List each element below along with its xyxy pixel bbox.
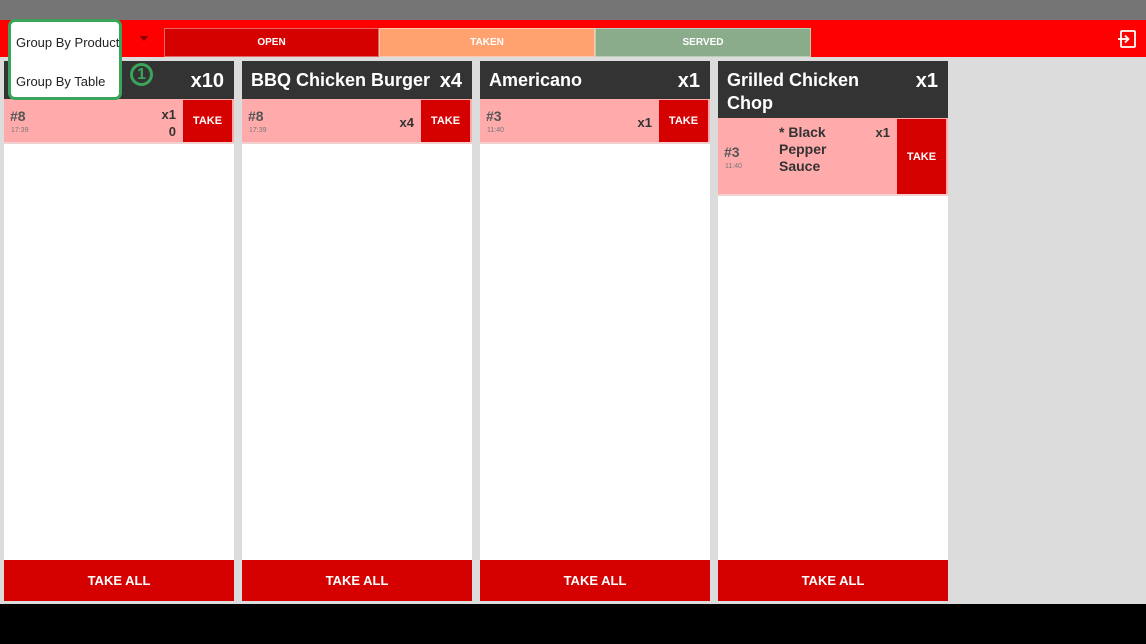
- order-time: 17:39: [11, 127, 29, 134]
- product-column: Grilled Chicken Chop x1 #3 11:40 * Black…: [718, 61, 948, 601]
- order-row: #8 17:39 x1 0 TAKE: [4, 99, 234, 144]
- status-tabs: OPEN TAKEN SERVED: [164, 28, 811, 57]
- tab-taken[interactable]: TAKEN: [379, 28, 595, 57]
- menu-item-group-by-table[interactable]: Group By Table: [16, 74, 105, 89]
- group-by-menu: Group By Product Group By Table: [8, 19, 122, 100]
- product-column: x10 #8 17:39 x1 0 TAKE TAKE ALL: [4, 61, 234, 601]
- order-quantity: x1 0: [161, 107, 176, 139]
- column-header: Americano x1: [480, 61, 710, 99]
- order-time: 11:40: [487, 127, 504, 134]
- table-number: #3: [486, 108, 502, 124]
- product-name: BBQ Chicken Burger: [251, 70, 431, 90]
- table-number: #3: [724, 144, 740, 160]
- order-quantity: x4: [399, 115, 414, 130]
- column-header: BBQ Chicken Burger x4: [242, 61, 472, 99]
- take-all-button[interactable]: TAKE ALL: [4, 560, 234, 601]
- take-all-button[interactable]: TAKE ALL: [718, 560, 948, 601]
- navigation-bar: [0, 604, 1146, 644]
- table-number: #8: [10, 108, 26, 124]
- product-column: BBQ Chicken Burger x4 #8 17:39 x4 TAKE T…: [242, 61, 472, 601]
- take-button[interactable]: TAKE: [659, 100, 708, 142]
- table-number: #8: [248, 108, 264, 124]
- take-all-button[interactable]: TAKE ALL: [480, 560, 710, 601]
- annotation-marker: 1: [130, 63, 153, 86]
- menu-item-group-by-product[interactable]: Group By Product: [16, 35, 119, 50]
- product-column: Americano x1 #3 11:40 x1 TAKE TAKE ALL: [480, 61, 710, 601]
- order-quantity: x1: [875, 125, 890, 140]
- product-quantity: x4: [439, 70, 462, 92]
- tab-open[interactable]: OPEN: [164, 28, 379, 57]
- order-row: #3 11:40 x1 TAKE: [480, 99, 710, 144]
- product-name: Grilled Chicken Chop: [727, 70, 860, 113]
- order-time: 11:40: [725, 163, 742, 170]
- status-bar: [0, 0, 1146, 20]
- take-button[interactable]: TAKE: [421, 100, 470, 142]
- column-header: Grilled Chicken Chop x1: [718, 61, 948, 118]
- take-button[interactable]: TAKE: [897, 119, 946, 194]
- product-quantity: x10: [190, 70, 224, 92]
- chevron-down-icon[interactable]: [140, 36, 148, 41]
- order-time: 17:39: [249, 127, 267, 134]
- order-quantity: x1: [637, 115, 652, 130]
- tab-served[interactable]: SERVED: [595, 28, 811, 57]
- product-name: Americano: [489, 70, 583, 90]
- take-all-button[interactable]: TAKE ALL: [242, 560, 472, 601]
- order-row: #8 17:39 x4 TAKE: [242, 99, 472, 144]
- take-button[interactable]: TAKE: [183, 100, 232, 142]
- logout-icon[interactable]: [1117, 29, 1137, 49]
- order-modifier: * Black Pepper Sauce: [779, 124, 827, 174]
- order-row: #3 11:40 * Black Pepper Sauce x1 TAKE: [718, 118, 948, 196]
- product-quantity: x1: [915, 70, 938, 92]
- product-quantity: x1: [677, 70, 700, 92]
